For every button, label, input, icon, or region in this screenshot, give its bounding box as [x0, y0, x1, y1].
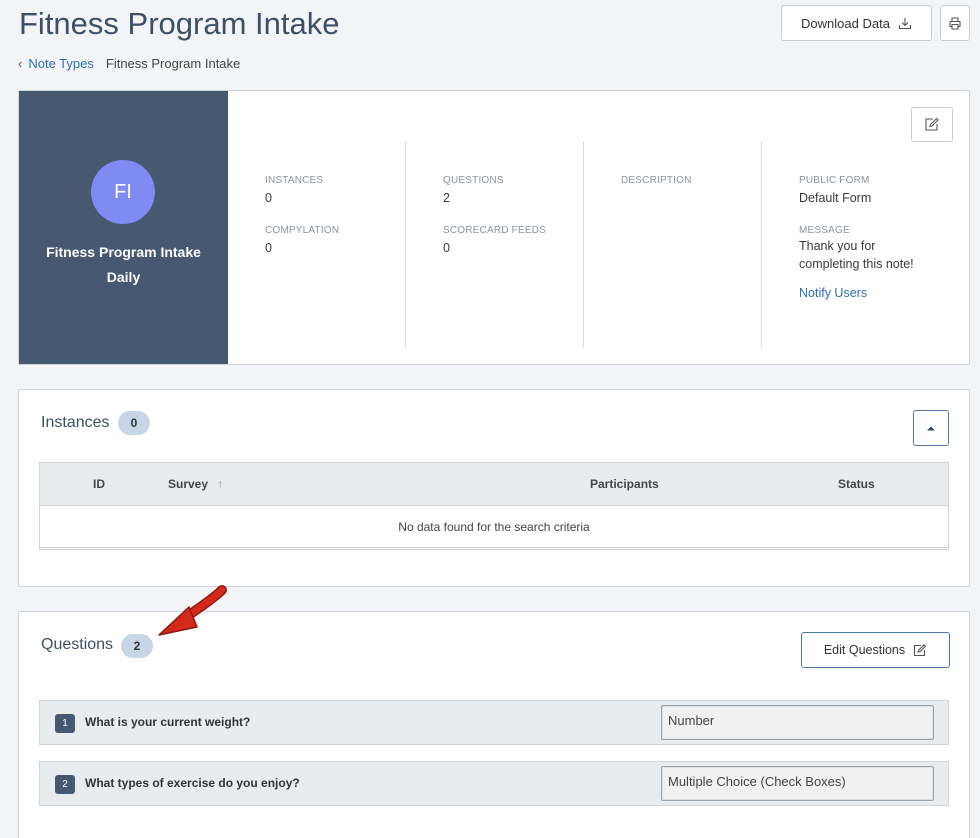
compylation-label: COMPYLATION	[265, 225, 340, 236]
breadcrumb-parent-link[interactable]: Note Types	[28, 56, 94, 71]
instances-title: Instances	[41, 414, 110, 431]
edit-icon	[925, 117, 939, 131]
download-icon	[898, 17, 911, 29]
breadcrumb-current: Fitness Program Intake	[105, 56, 241, 71]
questions-value: 2	[443, 191, 450, 205]
scorecard-feeds-value: 0	[443, 241, 450, 255]
download-data-button[interactable]: Download Data	[781, 5, 932, 41]
edit-questions-button[interactable]: Edit Questions	[801, 632, 950, 668]
questions-label: QUESTIONS	[443, 175, 504, 186]
question-row[interactable]: 1 What is your current weight? Number	[39, 700, 949, 745]
edit-icon	[914, 643, 927, 656]
description-label: DESCRIPTION	[621, 175, 692, 186]
print-icon	[949, 16, 961, 30]
instances-count-badge: 0	[118, 411, 150, 435]
page-title: Fitness Program Intake	[19, 6, 340, 41]
note-type-name: Fitness Program Intake	[46, 244, 201, 260]
message-line2: completing this note!	[799, 257, 914, 271]
table-header: ID Survey ↑ Participants Status	[40, 463, 948, 506]
compylation-value: 0	[265, 241, 272, 255]
instances-label: INSTANCES	[265, 175, 324, 186]
question-type-field: Multiple Choice (Check Boxes)	[661, 766, 934, 801]
public-form-value: Default Form	[799, 191, 872, 205]
column-header-participants[interactable]: Participants	[590, 477, 659, 491]
avatar: FI	[91, 160, 155, 224]
caret-up-icon	[927, 426, 935, 431]
questions-card: Questions 2 Edit Questions 1 What is you…	[18, 611, 970, 838]
column-divider	[583, 141, 584, 348]
sort-up-icon: ↑	[217, 477, 224, 491]
message-line1: Thank you for	[799, 239, 876, 253]
question-row[interactable]: 2 What types of exercise do you enjoy? M…	[39, 761, 949, 806]
summary-sidebar: FI Fitness Program Intake Daily	[19, 91, 228, 364]
column-header-status[interactable]: Status	[838, 477, 875, 491]
instances-table: ID Survey ↑ Participants Status No data …	[39, 462, 949, 550]
instances-value: 0	[265, 191, 272, 205]
question-number: 2	[55, 775, 75, 794]
chevron-left-icon[interactable]: ‹	[18, 56, 22, 71]
column-divider	[761, 141, 762, 348]
question-text: What types of exercise do you enjoy?	[85, 776, 300, 790]
empty-table-message: No data found for the search criteria	[40, 506, 948, 548]
note-type-frequency: Daily	[106, 269, 141, 285]
questions-title: Questions	[41, 636, 114, 653]
public-form-label: PUBLIC FORM	[799, 175, 870, 186]
collapse-instances-button[interactable]	[913, 410, 949, 446]
question-text: What is your current weight?	[85, 715, 251, 729]
column-header-id[interactable]: ID	[93, 477, 105, 491]
column-divider	[405, 141, 406, 348]
notify-users-link[interactable]: Notify Users	[799, 286, 867, 300]
note-type-summary-card: FI Fitness Program Intake Daily INSTANCE…	[18, 90, 970, 365]
scorecard-feeds-label: SCORECARD FEEDS	[443, 225, 547, 236]
message-label: MESSAGE	[799, 225, 850, 236]
breadcrumb: ‹ Note Types Fitness Program Intake	[18, 56, 240, 71]
instances-card: Instances 0 ID Survey ↑ Participants Sta…	[18, 389, 970, 587]
question-number: 1	[55, 714, 75, 733]
column-header-survey[interactable]: Survey ↑	[168, 477, 223, 491]
download-data-label: Download Data	[801, 15, 890, 31]
edit-questions-label: Edit Questions	[823, 643, 906, 657]
question-type-field: Number	[661, 705, 934, 740]
annotation-arrow	[158, 585, 227, 636]
print-button[interactable]	[940, 5, 970, 41]
edit-note-type-button[interactable]	[911, 107, 953, 142]
column-header-survey-label: Survey	[168, 477, 209, 491]
